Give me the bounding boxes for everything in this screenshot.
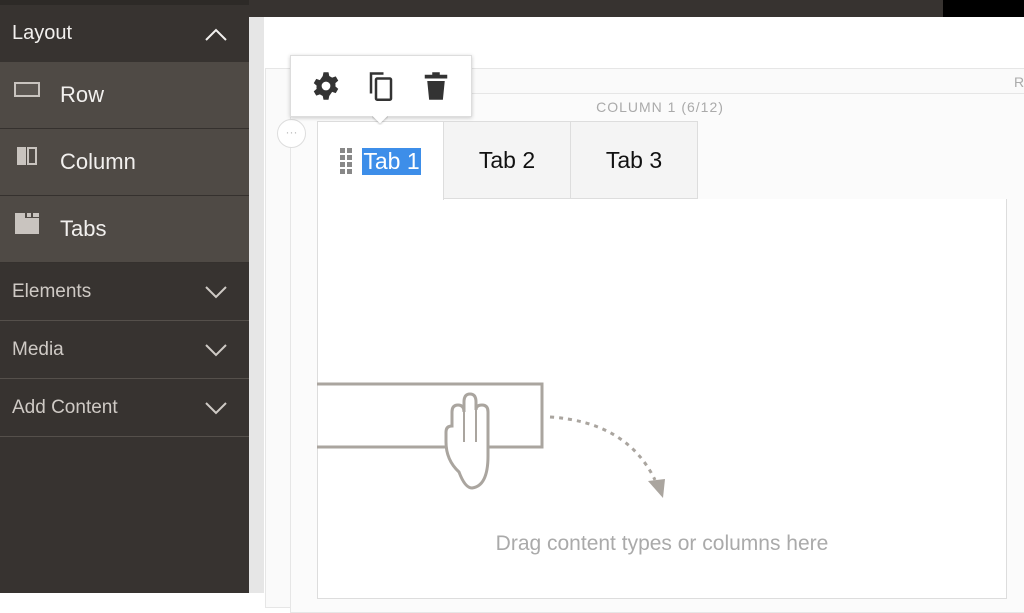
- section-label: Media: [12, 338, 64, 360]
- drag-illustration: [317, 382, 665, 498]
- drag-handle-icon[interactable]: [340, 148, 353, 174]
- sidebar-item-row[interactable]: Row: [0, 62, 249, 129]
- tab-label: Tab 3: [605, 146, 663, 173]
- dashed-arrow: [549, 415, 657, 481]
- tab-list: Tab 1 Tab 2 Tab 3: [317, 121, 698, 200]
- chevron-down-icon: [205, 285, 227, 298]
- sidebar-item-column[interactable]: Column: [0, 129, 249, 196]
- tab-label: Tab 2: [478, 146, 536, 173]
- section-label: Elements: [12, 280, 92, 302]
- section-add-content[interactable]: Add Content: [0, 379, 249, 437]
- sidebar-item-label: Column: [60, 149, 136, 174]
- hand-icon: [444, 392, 490, 490]
- section-elements[interactable]: Elements: [0, 263, 249, 321]
- section-layout[interactable]: Layout: [0, 5, 249, 62]
- copy-icon[interactable]: [366, 70, 396, 102]
- section-media[interactable]: Media: [0, 321, 249, 379]
- options-handle[interactable]: ···: [277, 119, 306, 148]
- section-label: Layout: [12, 22, 73, 44]
- chevron-down-icon: [205, 343, 227, 356]
- column-icon: [17, 147, 37, 165]
- sidebar-item-tabs[interactable]: Tabs: [0, 196, 249, 263]
- tabs-icon: [15, 213, 39, 234]
- empty-hint: Drag content types or columns here: [495, 532, 829, 555]
- row-icon: [14, 82, 40, 97]
- tab-2[interactable]: Tab 2: [444, 121, 571, 199]
- chevron-up-icon: [205, 28, 227, 41]
- tab-label[interactable]: Tab 1: [362, 147, 421, 175]
- row-label: R: [1014, 74, 1024, 90]
- tab-3[interactable]: Tab 3: [571, 121, 698, 199]
- toolbar-pointer: [372, 116, 388, 125]
- sidebar: Layout Row Column Tabs Elements Media Ad…: [0, 0, 249, 593]
- top-bar: [249, 0, 943, 17]
- top-bar-end: [943, 0, 1024, 17]
- tab-1[interactable]: Tab 1: [317, 121, 444, 200]
- stage-gutter: [249, 17, 264, 593]
- chevron-down-icon: [205, 401, 227, 414]
- trash-icon[interactable]: [421, 70, 451, 102]
- arrow-head: [648, 479, 665, 498]
- gear-icon[interactable]: [311, 70, 341, 102]
- tab-toolbar: [290, 55, 472, 117]
- column-label: COLUMN 1 (6/12): [596, 99, 724, 115]
- sidebar-item-label: Row: [60, 82, 105, 107]
- sidebar-item-label: Tabs: [60, 216, 107, 241]
- section-label: Add Content: [12, 396, 118, 418]
